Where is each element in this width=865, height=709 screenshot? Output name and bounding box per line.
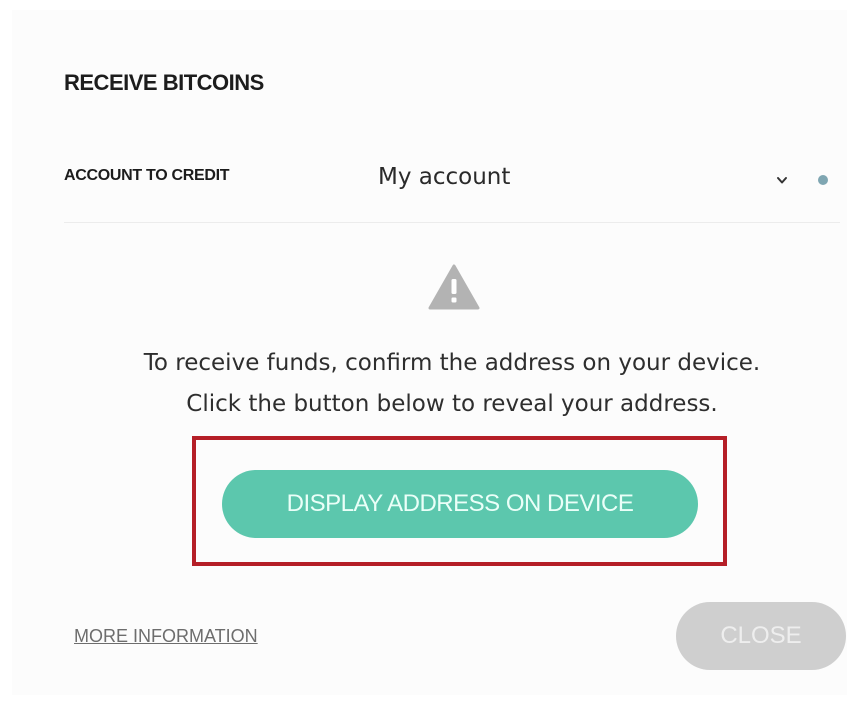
divider xyxy=(64,222,840,223)
close-button[interactable]: CLOSE xyxy=(676,602,846,670)
receive-modal: RECEIVE BITCOINS ACCOUNT TO CREDIT My ac… xyxy=(12,10,847,695)
account-select[interactable]: My account xyxy=(372,158,842,198)
chevron-down-icon[interactable] xyxy=(775,173,789,187)
display-address-button[interactable]: DISPLAY ADDRESS ON DEVICE xyxy=(222,470,698,538)
sync-status-dot xyxy=(818,175,828,185)
more-information-link[interactable]: MORE INFORMATION xyxy=(74,626,258,647)
warning-triangle-icon xyxy=(428,264,480,310)
modal-title: RECEIVE BITCOINS xyxy=(64,70,264,95)
account-label: ACCOUNT TO CREDIT xyxy=(64,167,230,184)
account-select-value: My account xyxy=(378,164,511,190)
instruction-line-1: To receive funds, confirm the address on… xyxy=(143,350,761,376)
page: RECEIVE BITCOINS ACCOUNT TO CREDIT My ac… xyxy=(0,0,865,709)
instruction-line-2: Click the button below to reveal your ad… xyxy=(186,391,718,417)
